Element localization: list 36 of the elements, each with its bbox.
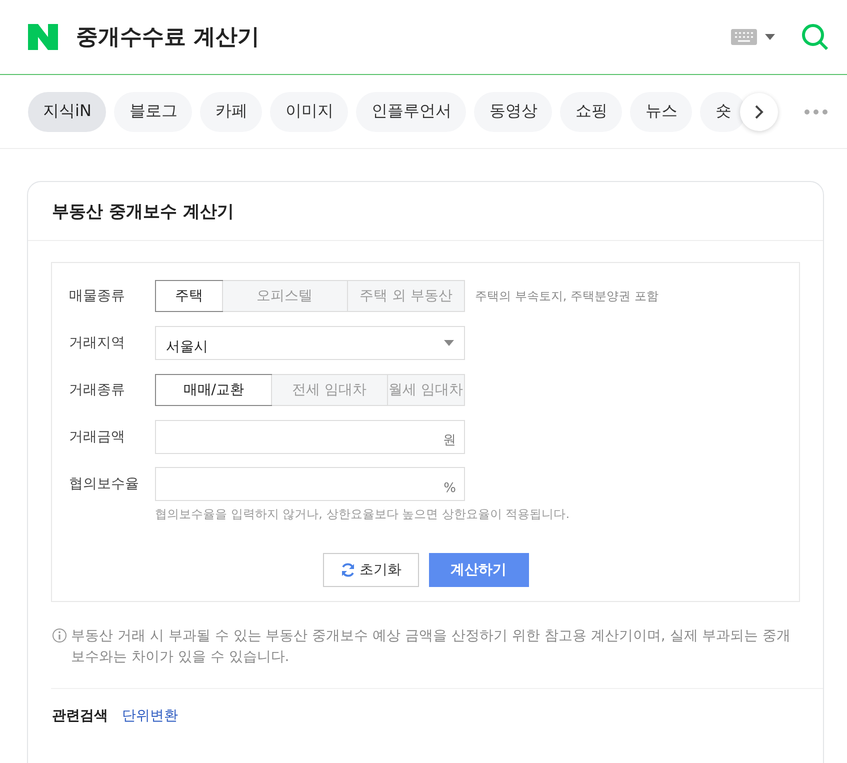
related-label: 관련검색 [52,707,108,725]
info-icon [52,628,67,643]
notice-text: 부동산 거래 시 부과될 수 있는 부동산 중개보수 예상 금액을 산정하기 위한 참고용 계산기이며, 실제 부과되는 중개보수와는 차이가 있을 수 있습니다. [71,627,792,667]
more-icon[interactable] [804,109,828,115]
search-query: 중개수수료 계산기 [76,24,261,52]
category-tab[interactable]: 이미지 [270,92,348,132]
field-label: 협의보수율 [69,475,140,493]
search-icon[interactable] [801,23,829,51]
region-dropdown[interactable]: 서울시 [155,326,465,360]
category-tab[interactable]: 인플루언서 [356,92,466,132]
category-tab[interactable]: 지식iN [28,92,106,132]
field-label: 거래종류 [69,381,126,399]
amount-field[interactable]: 원 [155,420,465,454]
reset-button[interactable]: 초기화 [322,553,418,587]
field-label: 매물종류 [69,287,126,305]
caret-icon[interactable] [765,34,775,40]
chevron-right-icon [754,105,764,119]
scroll-right-button[interactable] [740,93,778,131]
category-tab[interactable]: 카페 [200,92,262,132]
category-tab[interactable]: 동영상 [474,92,552,132]
note-text: 주택의 부속토지, 주택분양권 포함 [475,288,658,304]
category-tab[interactable]: 블로그 [114,92,192,132]
segment-option[interactable]: 매매/교환 [156,375,272,405]
rate-field[interactable]: % [155,467,465,501]
field-label: 거래금액 [69,428,126,446]
hint-text: 협의보수율을 입력하지 않거나, 상한요율보다 높으면 상한요율이 적용됩니다. [155,506,571,523]
category-tab[interactable]: 쇼핑 [560,92,622,132]
field-label: 거래지역 [69,334,126,352]
logo-icon[interactable] [28,24,58,50]
card-title: 부동산 중개보수 계산기 [28,182,823,241]
refresh-icon [340,562,356,578]
category-tab[interactable]: 뉴스 [630,92,692,132]
keyboard-icon[interactable] [731,29,757,45]
related-link[interactable]: 단위변환 [122,707,178,725]
caret-icon [444,340,454,346]
segment-option[interactable]: 주택 [156,281,222,311]
